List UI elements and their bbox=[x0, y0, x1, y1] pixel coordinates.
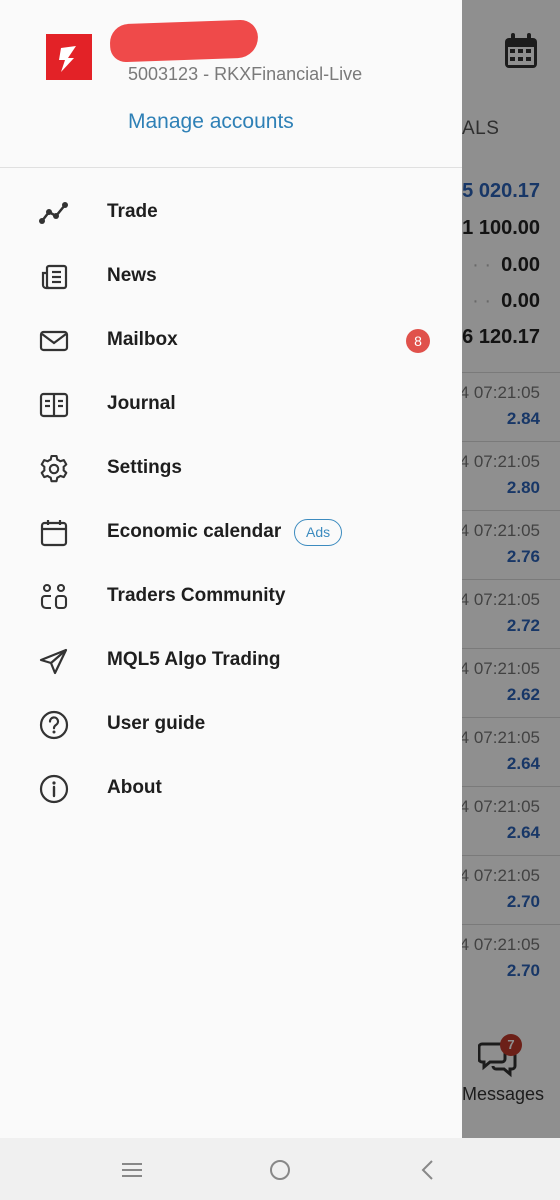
menu-item-settings[interactable]: Settings bbox=[0, 437, 462, 501]
recent-apps-icon[interactable] bbox=[118, 1156, 146, 1184]
menu-label: MQL5 Algo Trading bbox=[107, 649, 281, 670]
mail-icon bbox=[38, 325, 70, 357]
home-icon[interactable] bbox=[266, 1156, 294, 1184]
account-id: 5003123 - RKXFinancial-Live bbox=[128, 64, 363, 84]
menu-label: User guide bbox=[107, 713, 206, 734]
menu-label: Trade bbox=[107, 201, 158, 222]
calendar-icon bbox=[38, 517, 70, 549]
ads-tag: Ads bbox=[294, 519, 343, 546]
menu-item-trade[interactable]: Trade bbox=[0, 181, 462, 245]
broker-logo bbox=[46, 34, 92, 80]
community-icon bbox=[38, 581, 70, 613]
menu-item-about[interactable]: About bbox=[0, 757, 462, 821]
journal-icon bbox=[38, 389, 70, 421]
menu-label: About bbox=[107, 777, 162, 798]
help-icon bbox=[38, 709, 70, 741]
info-icon bbox=[38, 773, 70, 805]
menu-label: Traders Community bbox=[107, 585, 286, 606]
menu-item-traders-community[interactable]: Traders Community bbox=[0, 565, 462, 629]
send-icon bbox=[38, 645, 70, 677]
menu-item-mql5-algo-trading[interactable]: MQL5 Algo Trading bbox=[0, 629, 462, 693]
redacted-account-name bbox=[109, 19, 259, 63]
menu-label: Mailbox bbox=[107, 329, 178, 350]
gear-icon bbox=[38, 453, 70, 485]
menu-label: Journal bbox=[107, 393, 176, 414]
menu-item-journal[interactable]: Journal bbox=[0, 373, 462, 437]
unread-badge: 8 bbox=[406, 329, 430, 353]
news-icon bbox=[38, 261, 70, 293]
manage-accounts-link[interactable]: Manage accounts bbox=[128, 110, 294, 134]
back-icon[interactable] bbox=[414, 1156, 442, 1184]
drawer-menu: Trade News Mailbox 8 Journal Settings Ec… bbox=[0, 181, 462, 821]
menu-item-economic-calendar[interactable]: Economic calendar Ads bbox=[0, 501, 462, 565]
menu-item-news[interactable]: News bbox=[0, 245, 462, 309]
menu-item-mailbox[interactable]: Mailbox 8 bbox=[0, 309, 462, 373]
menu-label: Settings bbox=[107, 457, 182, 478]
trade-chart-icon bbox=[38, 197, 70, 229]
menu-item-user-guide[interactable]: User guide bbox=[0, 693, 462, 757]
system-nav-bar bbox=[0, 1138, 560, 1200]
menu-label: Economic calendar bbox=[107, 521, 282, 542]
navigation-drawer: 5003123 - RKXFinancial-Live Manage accou… bbox=[0, 0, 462, 1138]
menu-label: News bbox=[107, 265, 157, 286]
divider bbox=[0, 167, 462, 168]
